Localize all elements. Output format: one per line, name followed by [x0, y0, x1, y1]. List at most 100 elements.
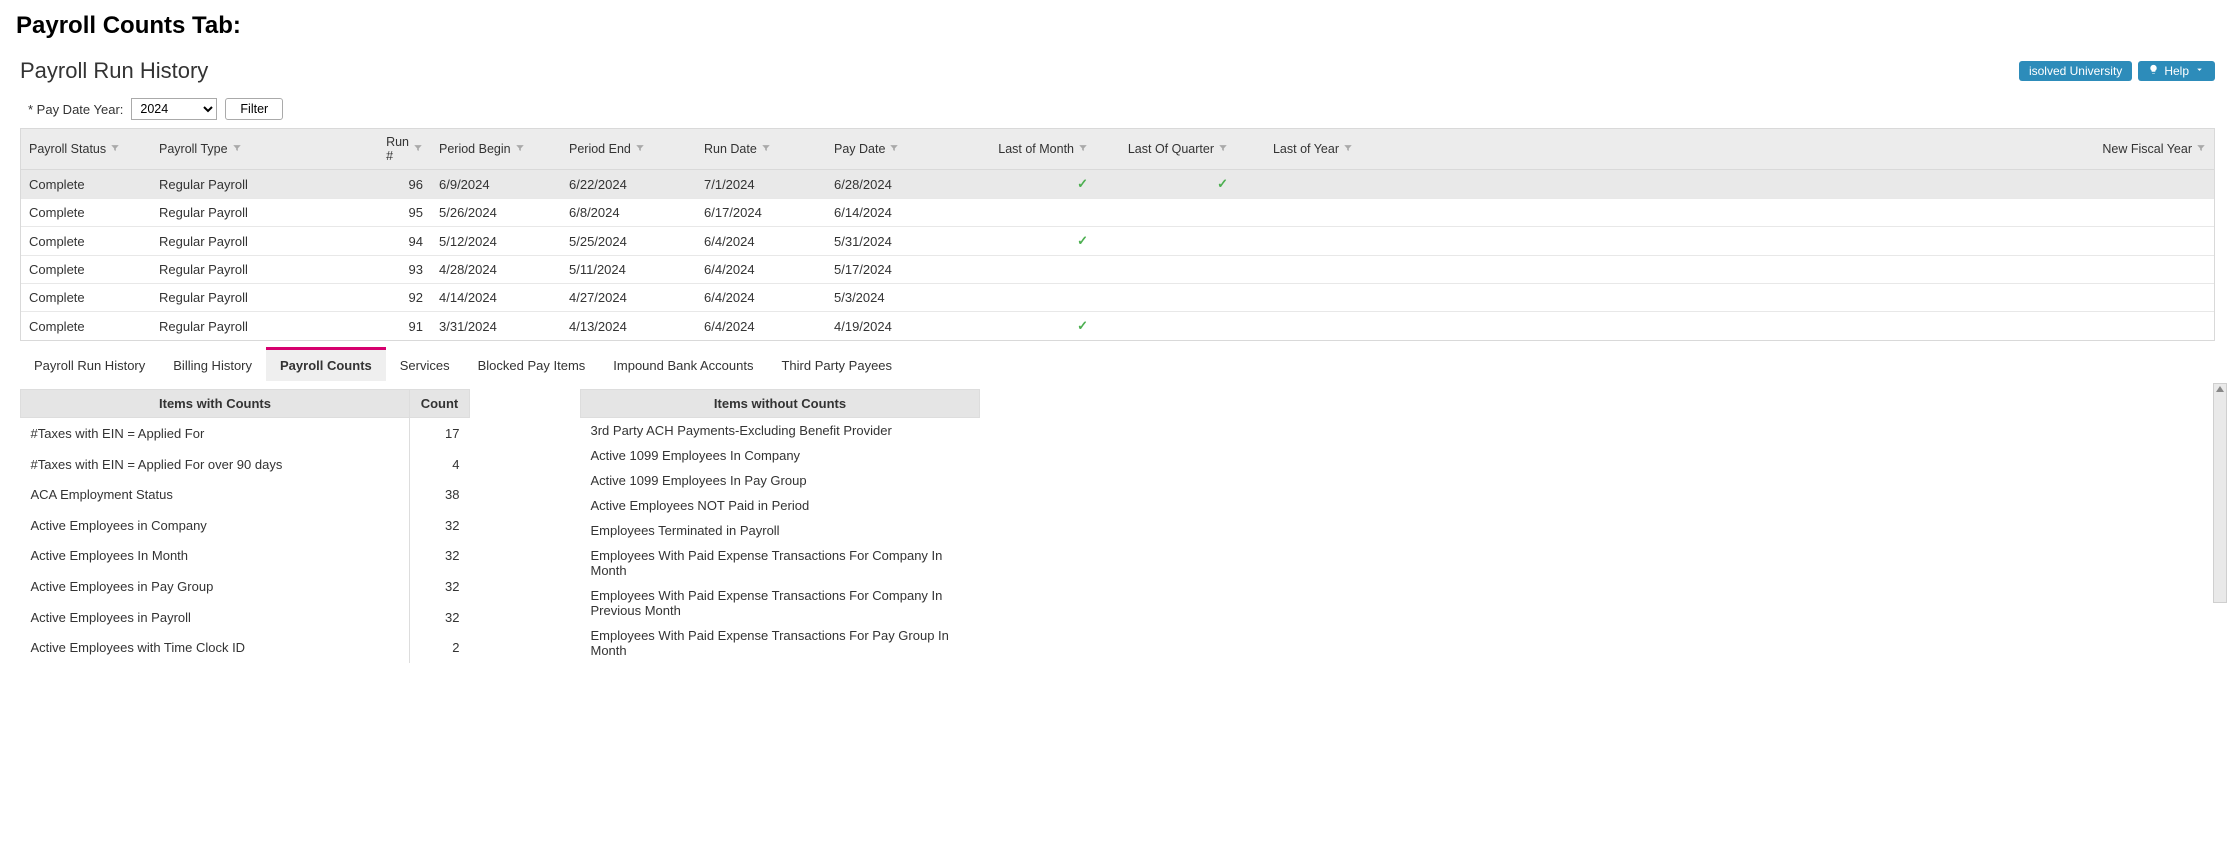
help-button[interactable]: Help: [2138, 61, 2215, 81]
items-without-counts-table: Items without Counts 3rd Party ACH Payme…: [580, 389, 980, 663]
list-item[interactable]: Active 1099 Employees In Company: [581, 443, 980, 468]
cell: 95: [381, 199, 431, 226]
cell: Complete: [21, 170, 151, 198]
filter-icon[interactable]: [413, 142, 423, 156]
list-item[interactable]: #Taxes with EIN = Applied For17: [21, 418, 470, 449]
list-item[interactable]: Active Employees NOT Paid in Period: [581, 493, 980, 518]
table-row[interactable]: CompleteRegular Payroll955/26/20246/8/20…: [21, 199, 2214, 227]
cell: 93: [381, 256, 431, 283]
table-row[interactable]: CompleteRegular Payroll966/9/20246/22/20…: [21, 170, 2214, 199]
col-header-pb-label: Period Begin: [439, 142, 511, 156]
cell: Complete: [21, 284, 151, 311]
col-header-last-month[interactable]: Last of Month: [946, 129, 1096, 169]
check-icon: ✓: [1217, 176, 1228, 192]
cell: 6/17/2024: [696, 199, 826, 226]
cell: ✓: [946, 312, 1096, 340]
isolved-university-button[interactable]: isolved University: [2019, 61, 2132, 81]
cell: Complete: [21, 312, 151, 340]
list-item[interactable]: Active Employees with Time Clock ID2: [21, 632, 470, 663]
count-item-label: Active Employees In Month: [21, 541, 410, 572]
filter-icon[interactable]: [232, 142, 242, 156]
tab-impound-bank-accounts[interactable]: Impound Bank Accounts: [599, 347, 767, 381]
tab-billing-history[interactable]: Billing History: [159, 347, 266, 381]
cell: Regular Payroll: [151, 312, 381, 340]
list-item[interactable]: Active Employees in Payroll32: [21, 602, 470, 633]
count-item-value: 32: [410, 602, 470, 633]
cell: Complete: [21, 199, 151, 226]
list-item[interactable]: Active Employees in Company32: [21, 510, 470, 541]
filter-icon[interactable]: [2196, 142, 2206, 156]
table-row[interactable]: CompleteRegular Payroll913/31/20244/13/2…: [21, 312, 2214, 340]
list-item[interactable]: Active Employees in Pay Group32: [21, 571, 470, 602]
count-item-value: 38: [410, 479, 470, 510]
list-item[interactable]: Employees Terminated in Payroll: [581, 518, 980, 543]
tab-blocked-pay-items[interactable]: Blocked Pay Items: [464, 347, 600, 381]
filter-icon[interactable]: [889, 142, 899, 156]
count-item-value: 32: [410, 510, 470, 541]
cell: 5/12/2024: [431, 227, 561, 255]
list-item[interactable]: Employees With Paid Expense Transactions…: [581, 543, 980, 583]
tab-services[interactable]: Services: [386, 347, 464, 381]
filter-icon[interactable]: [1343, 142, 1353, 156]
col-header-type[interactable]: Payroll Type: [151, 129, 381, 169]
cell: 5/17/2024: [826, 256, 946, 283]
detail-tabs: Payroll Run HistoryBilling HistoryPayrol…: [20, 347, 2215, 381]
table-row[interactable]: CompleteRegular Payroll934/28/20245/11/2…: [21, 256, 2214, 284]
filter-icon[interactable]: [635, 142, 645, 156]
scrollbar[interactable]: [2213, 383, 2227, 603]
count-item-label: #Taxes with EIN = Applied For: [21, 418, 410, 449]
cell: 6/22/2024: [561, 170, 696, 198]
tab-payroll-counts[interactable]: Payroll Counts: [266, 347, 386, 381]
tab-third-party-payees[interactable]: Third Party Payees: [767, 347, 906, 381]
cell: [1096, 256, 1236, 283]
table-row[interactable]: CompleteRegular Payroll945/12/20245/25/2…: [21, 227, 2214, 256]
nocount-item-label: Active 1099 Employees In Company: [581, 443, 980, 468]
nocount-item-label: Employees Terminated in Payroll: [581, 518, 980, 543]
cell: 6/4/2024: [696, 227, 826, 255]
col-header-period-end[interactable]: Period End: [561, 129, 696, 169]
list-item[interactable]: Active Employees In Month32: [21, 541, 470, 572]
filter-icon[interactable]: [1078, 142, 1088, 156]
col-header-pay-date[interactable]: Pay Date: [826, 129, 946, 169]
grid-header: Payroll Status Payroll Type Run # Period…: [21, 129, 2214, 170]
cell: [1096, 284, 1236, 311]
cell: [1096, 312, 1236, 340]
list-item[interactable]: #Taxes with EIN = Applied For over 90 da…: [21, 449, 470, 480]
list-item[interactable]: ACA Employment Status38: [21, 479, 470, 510]
cell: 3/31/2024: [431, 312, 561, 340]
page-title: Payroll Run History: [20, 58, 208, 84]
cell: Regular Payroll: [151, 227, 381, 255]
count-item-label: Active Employees in Pay Group: [21, 571, 410, 602]
table-row[interactable]: CompleteRegular Payroll924/14/20244/27/2…: [21, 284, 2214, 312]
cell: ✓: [946, 227, 1096, 255]
nocount-item-label: Active 1099 Employees In Pay Group: [581, 468, 980, 493]
col-header-period-begin[interactable]: Period Begin: [431, 129, 561, 169]
col-header-run-date[interactable]: Run Date: [696, 129, 826, 169]
filter-icon[interactable]: [761, 142, 771, 156]
nocount-item-label: Employees With Paid Expense Transactions…: [581, 543, 980, 583]
list-item[interactable]: 3rd Party ACH Payments-Excluding Benefit…: [581, 418, 980, 444]
cell: [1361, 227, 2214, 255]
pay-date-year-select[interactable]: 2024: [131, 98, 217, 120]
check-icon: ✓: [1077, 176, 1088, 192]
caret-down-icon: [2194, 64, 2205, 78]
list-item[interactable]: Employees With Paid Expense Transactions…: [581, 583, 980, 623]
tab-payroll-run-history[interactable]: Payroll Run History: [20, 347, 159, 381]
cell: 6/4/2024: [696, 256, 826, 283]
col-header-run[interactable]: Run #: [381, 129, 431, 169]
list-item[interactable]: Active 1099 Employees In Pay Group: [581, 468, 980, 493]
filter-icon[interactable]: [515, 142, 525, 156]
col-header-new-fiscal[interactable]: New Fiscal Year: [1361, 129, 2214, 169]
cell: 6/8/2024: [561, 199, 696, 226]
cell: [946, 284, 1096, 311]
col-header-last-year[interactable]: Last of Year: [1236, 129, 1361, 169]
filter-icon[interactable]: [110, 142, 120, 156]
col-header-status[interactable]: Payroll Status: [21, 129, 151, 169]
filter-icon[interactable]: [1218, 142, 1228, 156]
list-item[interactable]: Employees With Paid Expense Transactions…: [581, 623, 980, 663]
count-item-value: 17: [410, 418, 470, 449]
filter-button[interactable]: Filter: [225, 98, 283, 120]
items-with-counts-table: Items with Counts Count #Taxes with EIN …: [20, 389, 470, 663]
doc-heading: Payroll Counts Tab:: [16, 12, 2219, 40]
col-header-last-quarter[interactable]: Last Of Quarter: [1096, 129, 1236, 169]
